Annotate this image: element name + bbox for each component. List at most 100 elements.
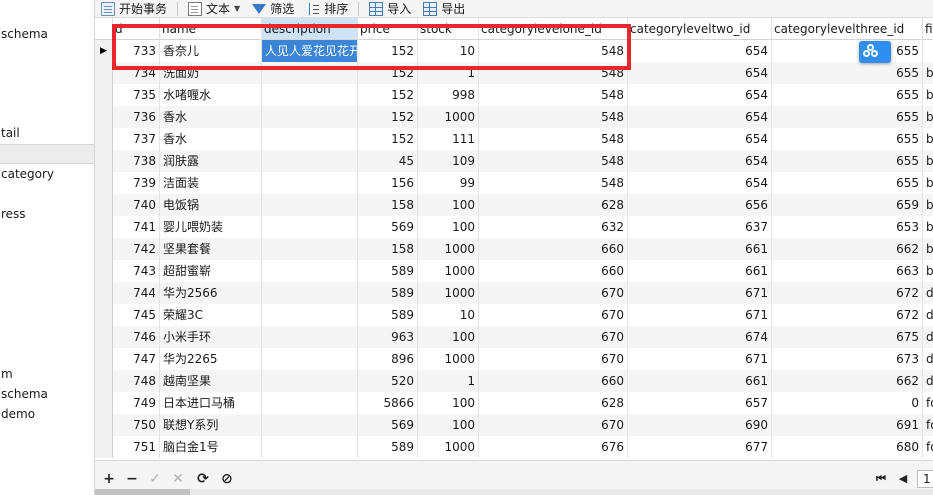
cell-stock[interactable]: 1000 (418, 282, 479, 304)
cell-l3[interactable]: 0 (772, 392, 923, 414)
cell-description[interactable] (262, 194, 358, 216)
column-header-price[interactable]: price (358, 18, 418, 40)
cell-stock[interactable]: 1000 (418, 238, 479, 260)
table-row[interactable]: 741 婴儿喂奶装 569 100 632 637 653 b (95, 216, 933, 238)
table-row[interactable]: 740 电饭锅 158 100 628 656 659 b (95, 194, 933, 216)
cell-price[interactable]: 963 (358, 326, 418, 348)
import-button[interactable]: 导入 (363, 0, 417, 18)
cell-name[interactable]: 华为2265 (160, 348, 262, 370)
cell-stock[interactable]: 100 (418, 216, 479, 238)
cell-stock[interactable]: 10 (418, 40, 479, 62)
cell-description[interactable] (262, 348, 358, 370)
table-row[interactable]: 742 坚果套餐 158 1000 660 661 662 b (95, 238, 933, 260)
export-button[interactable]: 导出 (417, 0, 471, 18)
cell-stock[interactable]: 100 (418, 326, 479, 348)
cell-name[interactable]: 越南坚果 (160, 370, 262, 392)
cell-fi[interactable]: d (923, 348, 933, 370)
cell-id[interactable]: 750 (113, 414, 160, 436)
cell-description[interactable] (262, 128, 358, 150)
row-indicator[interactable] (95, 304, 113, 326)
column-header-categorylevelone-id[interactable]: categorylevelone_id (479, 18, 628, 40)
cell-price[interactable]: 5866 (358, 392, 418, 414)
cell-l3[interactable]: 655 (772, 172, 923, 194)
table-row[interactable]: 749日本进口马桶 58661006286570fo (95, 392, 933, 414)
cell-stock[interactable]: 99 (418, 172, 479, 194)
cell-price[interactable]: 589 (358, 436, 418, 458)
table-row[interactable]: 739 洁面装 156 99 548 654 655 b (95, 172, 933, 194)
cell-name[interactable]: 香奈儿 (160, 40, 262, 62)
cell-l2[interactable]: 677 (628, 436, 772, 458)
cell-id[interactable]: 744 (113, 282, 160, 304)
cell-name[interactable]: 荣耀3C (160, 304, 262, 326)
cell-l3[interactable]: 691 (772, 414, 923, 436)
row-indicator[interactable] (95, 194, 113, 216)
cell-l3[interactable]: 662 (772, 370, 923, 392)
cell-l2[interactable]: 657 (628, 392, 772, 414)
cell-stock[interactable]: 998 (418, 84, 479, 106)
cell-name[interactable]: 日本进口马桶 (160, 392, 262, 414)
cell-l3[interactable]: 653 (772, 216, 923, 238)
cell-name[interactable]: 洗面奶 (160, 62, 262, 84)
row-indicator[interactable] (95, 150, 113, 172)
cell-l3[interactable]: 663 (772, 260, 923, 282)
cell-description[interactable] (262, 62, 358, 84)
cell-l2[interactable]: 656 (628, 194, 772, 216)
table-row[interactable]: 748 越南坚果 520 1 660 661 662 d (95, 370, 933, 392)
cell-id[interactable]: 747 (113, 348, 160, 370)
column-header-name[interactable]: name (160, 18, 262, 40)
filter-button[interactable]: 筛选 (246, 0, 300, 18)
cell-l2[interactable]: 654 (628, 84, 772, 106)
cell-name[interactable]: 脑白金1号 (160, 436, 262, 458)
cell-id[interactable]: 733 (113, 40, 160, 62)
cell-description[interactable] (262, 150, 358, 172)
cell-stock[interactable]: 10 (418, 304, 479, 326)
cell-name[interactable]: 香水 (160, 106, 262, 128)
cell-name[interactable]: 坚果套餐 (160, 238, 262, 260)
sidebar-item-schema-2[interactable]: schema (0, 384, 94, 404)
table-row[interactable]: 747 华为2265 896 1000 670 671 673 d (95, 348, 933, 370)
cell-l3[interactable]: 672 (772, 304, 923, 326)
cell-name[interactable]: 超甜蜜崭 (160, 260, 262, 282)
cell-price[interactable]: 158 (358, 194, 418, 216)
cell-l1[interactable]: 670 (479, 326, 628, 348)
cell-id[interactable]: 738 (113, 150, 160, 172)
cell-l3[interactable]: 655 (772, 84, 923, 106)
column-header-description[interactable]: description (262, 18, 358, 40)
cell-id[interactable]: 745 (113, 304, 160, 326)
cell-l3[interactable]: 655 (772, 106, 923, 128)
table-row[interactable]: 737 香水 152 111 548 654 655 b (95, 128, 933, 150)
cell-l1[interactable]: 670 (479, 414, 628, 436)
cell-l1[interactable]: 660 (479, 238, 628, 260)
cell-fi[interactable]: fo (923, 392, 933, 414)
cell-l2[interactable]: 654 (628, 106, 772, 128)
row-indicator[interactable] (95, 172, 113, 194)
table-row[interactable]: 734 洗面奶 152 1 548 654 655 b (95, 62, 933, 84)
cell-description[interactable] (262, 282, 358, 304)
cell-stock[interactable]: 111 (418, 128, 479, 150)
table-row[interactable]: 735 水啫喱水 152 998 548 654 655 b (95, 84, 933, 106)
cell-l1[interactable]: 628 (479, 194, 628, 216)
column-header-categorylevelthree-id[interactable]: categorylevelthree_id (772, 18, 923, 40)
horizontal-scrollbar[interactable] (95, 489, 933, 495)
cell-l2[interactable]: 654 (628, 40, 772, 62)
cell-id[interactable]: 739 (113, 172, 160, 194)
cell-description[interactable] (262, 172, 358, 194)
table-row[interactable]: 743 超甜蜜崭 589 1000 660 661 663 b (95, 260, 933, 282)
sidebar-item-schema[interactable]: schema (0, 24, 94, 44)
cell-l1[interactable]: 548 (479, 150, 628, 172)
table-row[interactable]: 746 小米手环 963 100 670 674 675 d (95, 326, 933, 348)
row-indicator[interactable] (95, 392, 113, 414)
first-page-button[interactable]: ⏮ (873, 471, 889, 487)
cell-id[interactable]: 743 (113, 260, 160, 282)
cell-id[interactable]: 736 (113, 106, 160, 128)
cell-l3[interactable]: 655 (772, 62, 923, 84)
cell-l1[interactable]: 676 (479, 436, 628, 458)
cell-price[interactable]: 152 (358, 128, 418, 150)
cell-price[interactable]: 520 (358, 370, 418, 392)
row-indicator[interactable] (95, 238, 113, 260)
table-row[interactable]: 738 润肤露 45 109 548 654 655 b (95, 150, 933, 172)
cell-name[interactable]: 电饭锅 (160, 194, 262, 216)
cell-description[interactable] (262, 84, 358, 106)
cell-l2[interactable]: 654 (628, 172, 772, 194)
table-row[interactable]: ▶ 733 香奈儿 人见人爱花见花开 152 10 548 654 655 (95, 40, 933, 62)
